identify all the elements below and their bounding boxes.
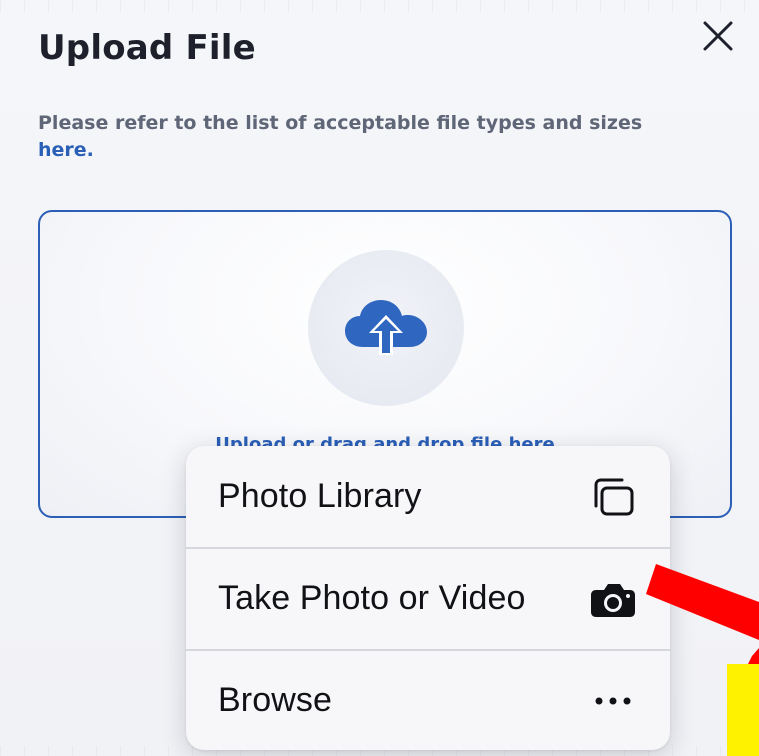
background-grid-top [0, 0, 759, 12]
close-icon [703, 21, 733, 51]
cloud-upload-icon [345, 300, 427, 355]
camera-icon [588, 574, 638, 624]
photo-library-icon [588, 472, 638, 522]
menu-item-browse[interactable]: Browse [186, 650, 670, 750]
annotation-highlight-box [727, 664, 759, 756]
menu-item-label: Browse [218, 681, 332, 719]
file-types-info-text: Please refer to the list of acceptable f… [38, 112, 643, 134]
close-button[interactable] [696, 14, 740, 58]
menu-item-take-photo-or-video[interactable]: Take Photo or Video [186, 548, 670, 649]
dialog-title: Upload File [38, 28, 256, 68]
upload-icon-circle [308, 250, 464, 406]
file-types-info: Please refer to the list of acceptable f… [38, 110, 728, 164]
upload-source-menu: Photo Library Take Photo or Video Browse [186, 446, 670, 750]
ellipsis-icon [588, 676, 638, 726]
file-types-link[interactable]: here. [38, 139, 94, 161]
menu-item-label: Take Photo or Video [218, 579, 526, 617]
menu-item-label: Photo Library [218, 477, 422, 515]
upload-file-screen: Upload File Please refer to the list of … [0, 0, 759, 756]
menu-item-photo-library[interactable]: Photo Library [186, 446, 670, 547]
